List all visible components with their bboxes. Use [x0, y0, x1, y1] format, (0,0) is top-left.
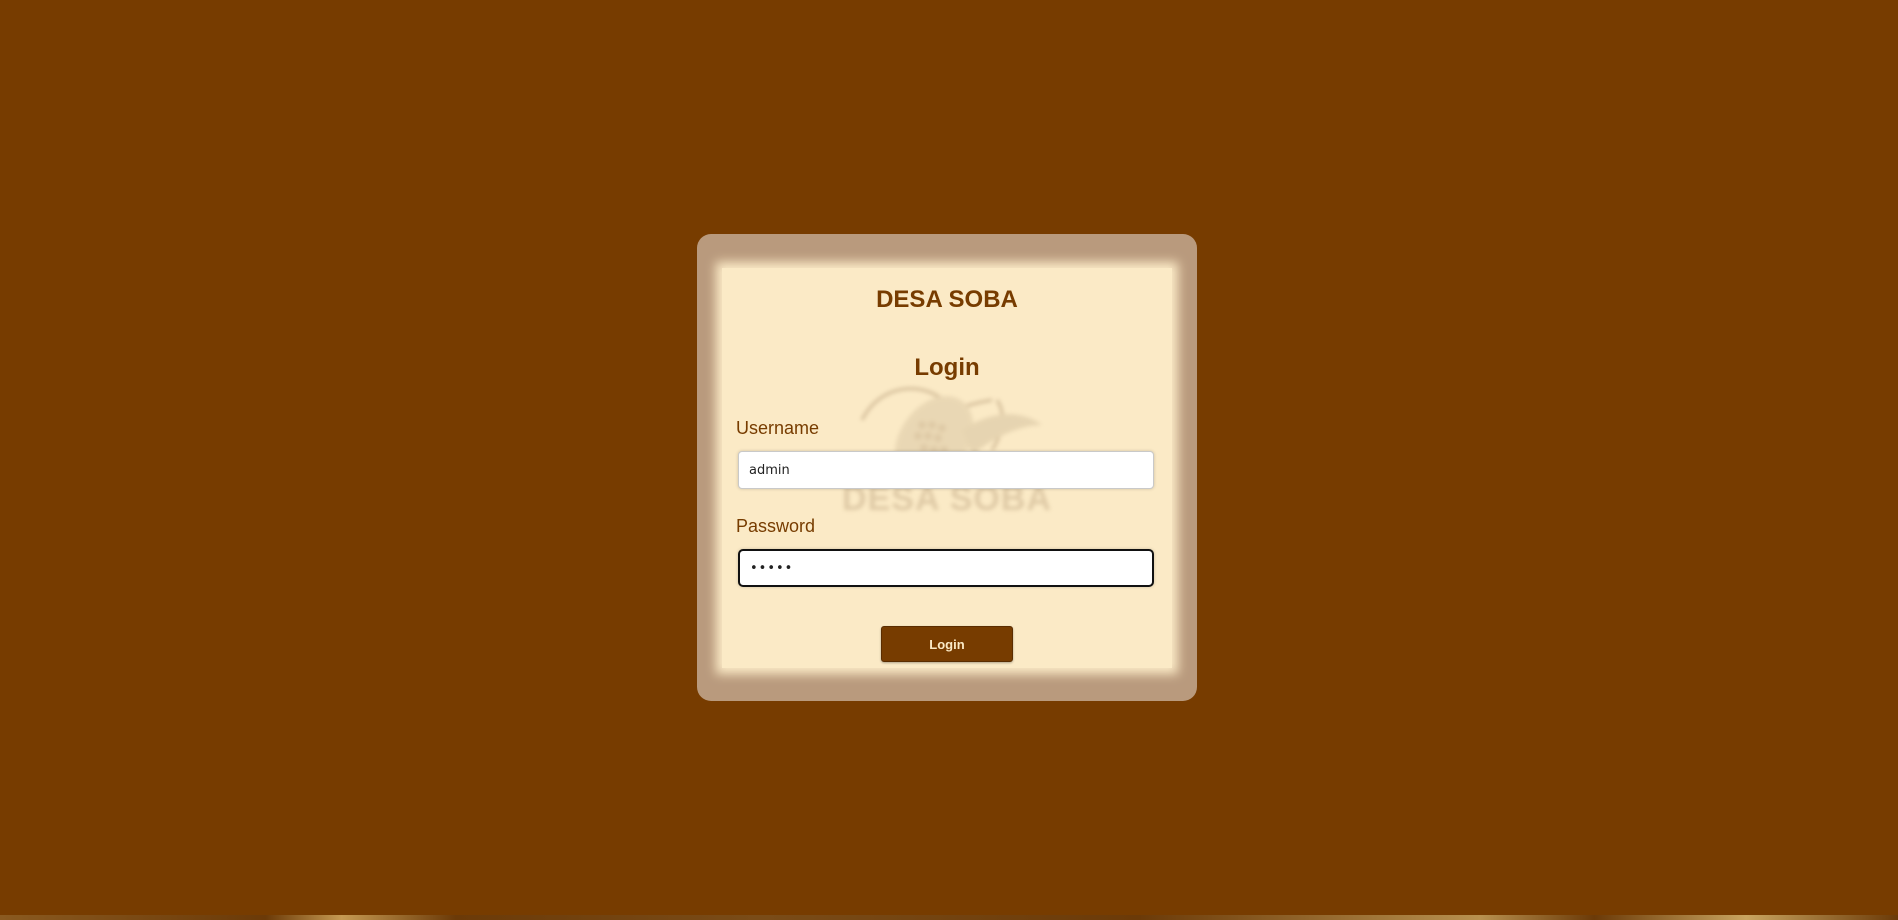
login-button[interactable]: Login [881, 626, 1013, 662]
page-background: DESA SOBA DESA SOBA Login Username Passw… [0, 0, 1898, 920]
bottom-strip [0, 915, 1898, 920]
brand-title: DESA SOBA [876, 286, 1018, 313]
password-label: Password [736, 516, 816, 536]
login-card: DESA SOBA DESA SOBA Login Username Passw… [722, 268, 1172, 668]
login-heading: Login [914, 354, 980, 381]
password-input[interactable] [738, 549, 1154, 587]
login-frame: DESA SOBA DESA SOBA Login Username Passw… [697, 234, 1197, 701]
username-label: Username [736, 418, 820, 438]
username-input[interactable] [738, 451, 1154, 489]
